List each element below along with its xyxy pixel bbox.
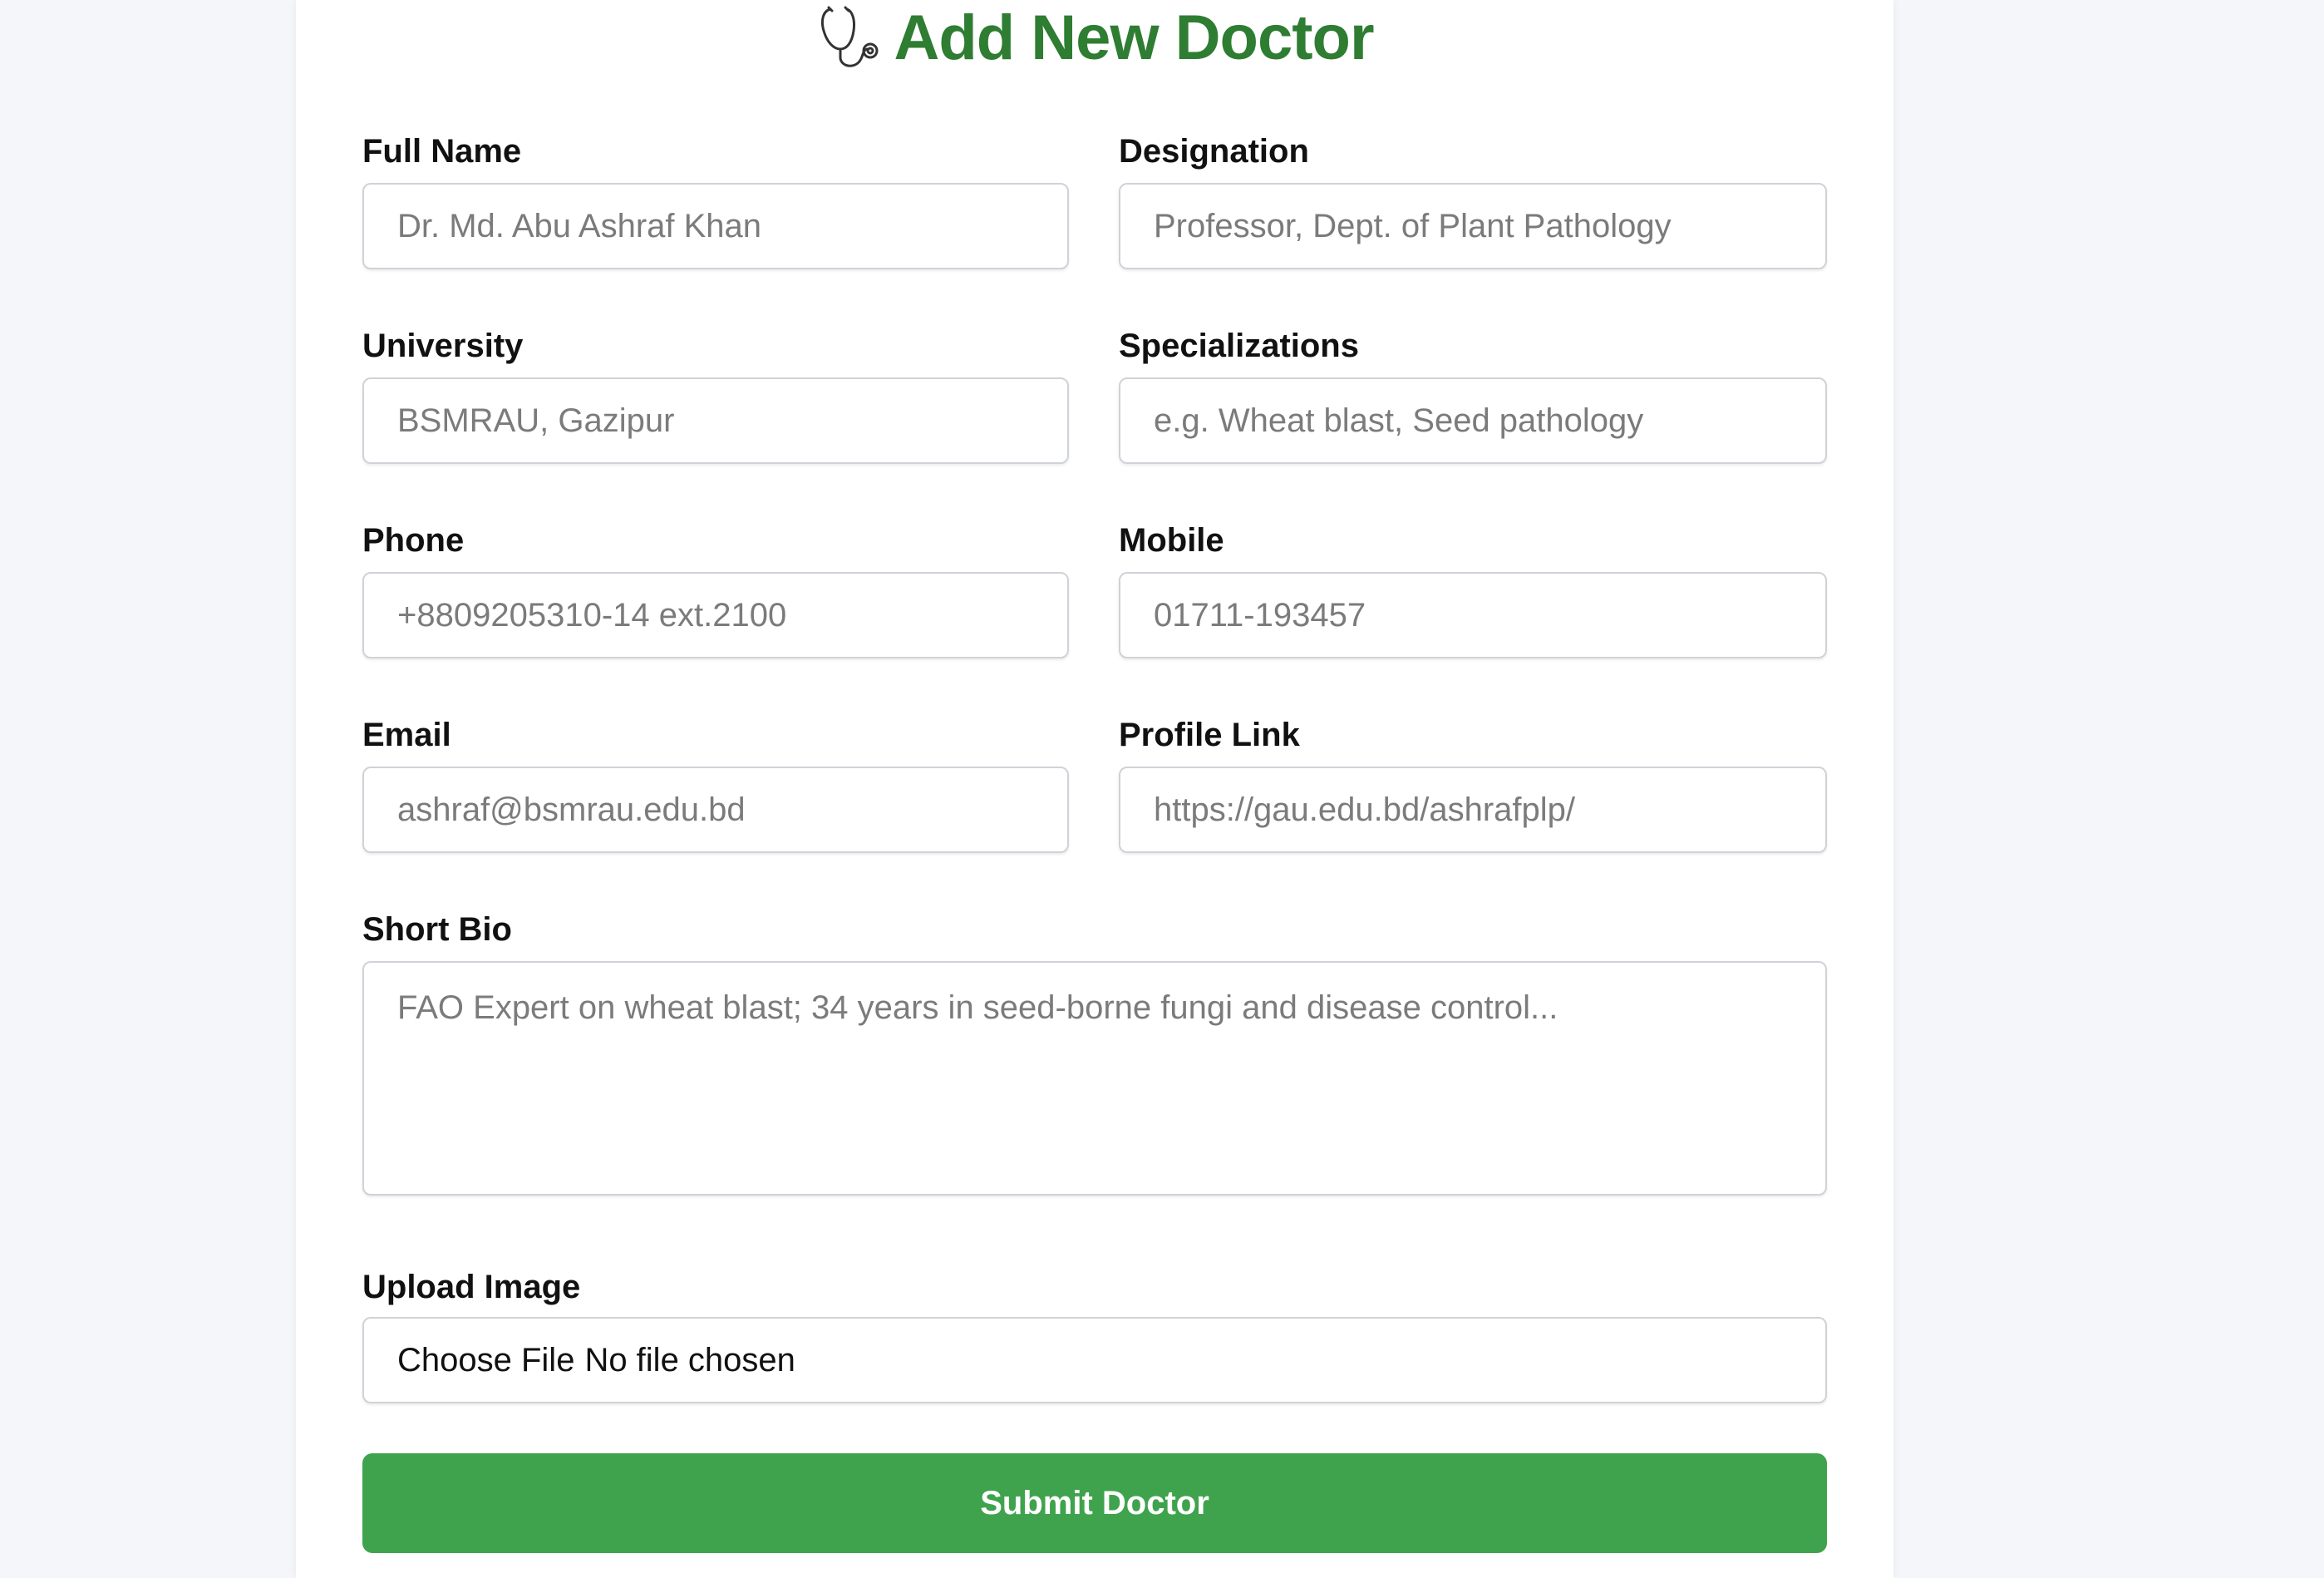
profile-link-label: Profile Link: [1119, 717, 1300, 753]
form-card: Add New Doctor Full Name Designation Uni…: [296, 0, 1893, 1578]
submit-doctor-button[interactable]: Submit Doctor: [362, 1453, 1827, 1553]
mobile-label: Mobile: [1119, 522, 1224, 559]
profile-link-input[interactable]: [1119, 767, 1827, 853]
short-bio-textarea[interactable]: [362, 961, 1827, 1196]
file-status-text: No file chosen: [584, 1341, 795, 1378]
full-name-input[interactable]: [362, 183, 1069, 269]
image-file-input[interactable]: Choose File No file chosen: [362, 1317, 1827, 1403]
page-title: Add New Doctor: [894, 2, 1374, 73]
short-bio-label: Short Bio: [362, 911, 512, 948]
choose-file-button[interactable]: Choose File: [397, 1342, 574, 1379]
specializations-label: Specializations: [1119, 328, 1359, 364]
phone-label: Phone: [362, 522, 465, 559]
email-label: Email: [362, 717, 451, 753]
designation-input[interactable]: [1119, 183, 1827, 269]
designation-label: Designation: [1119, 133, 1309, 170]
mobile-input[interactable]: [1119, 572, 1827, 658]
stethoscope-icon: [815, 2, 885, 72]
form-header: Add New Doctor: [296, 0, 1893, 75]
phone-input[interactable]: [362, 572, 1069, 658]
email-input[interactable]: [362, 767, 1069, 853]
full-name-label: Full Name: [362, 133, 522, 170]
upload-image-label: Upload Image: [362, 1269, 581, 1305]
university-label: University: [362, 328, 524, 364]
university-input[interactable]: [362, 377, 1069, 464]
specializations-input[interactable]: [1119, 377, 1827, 464]
